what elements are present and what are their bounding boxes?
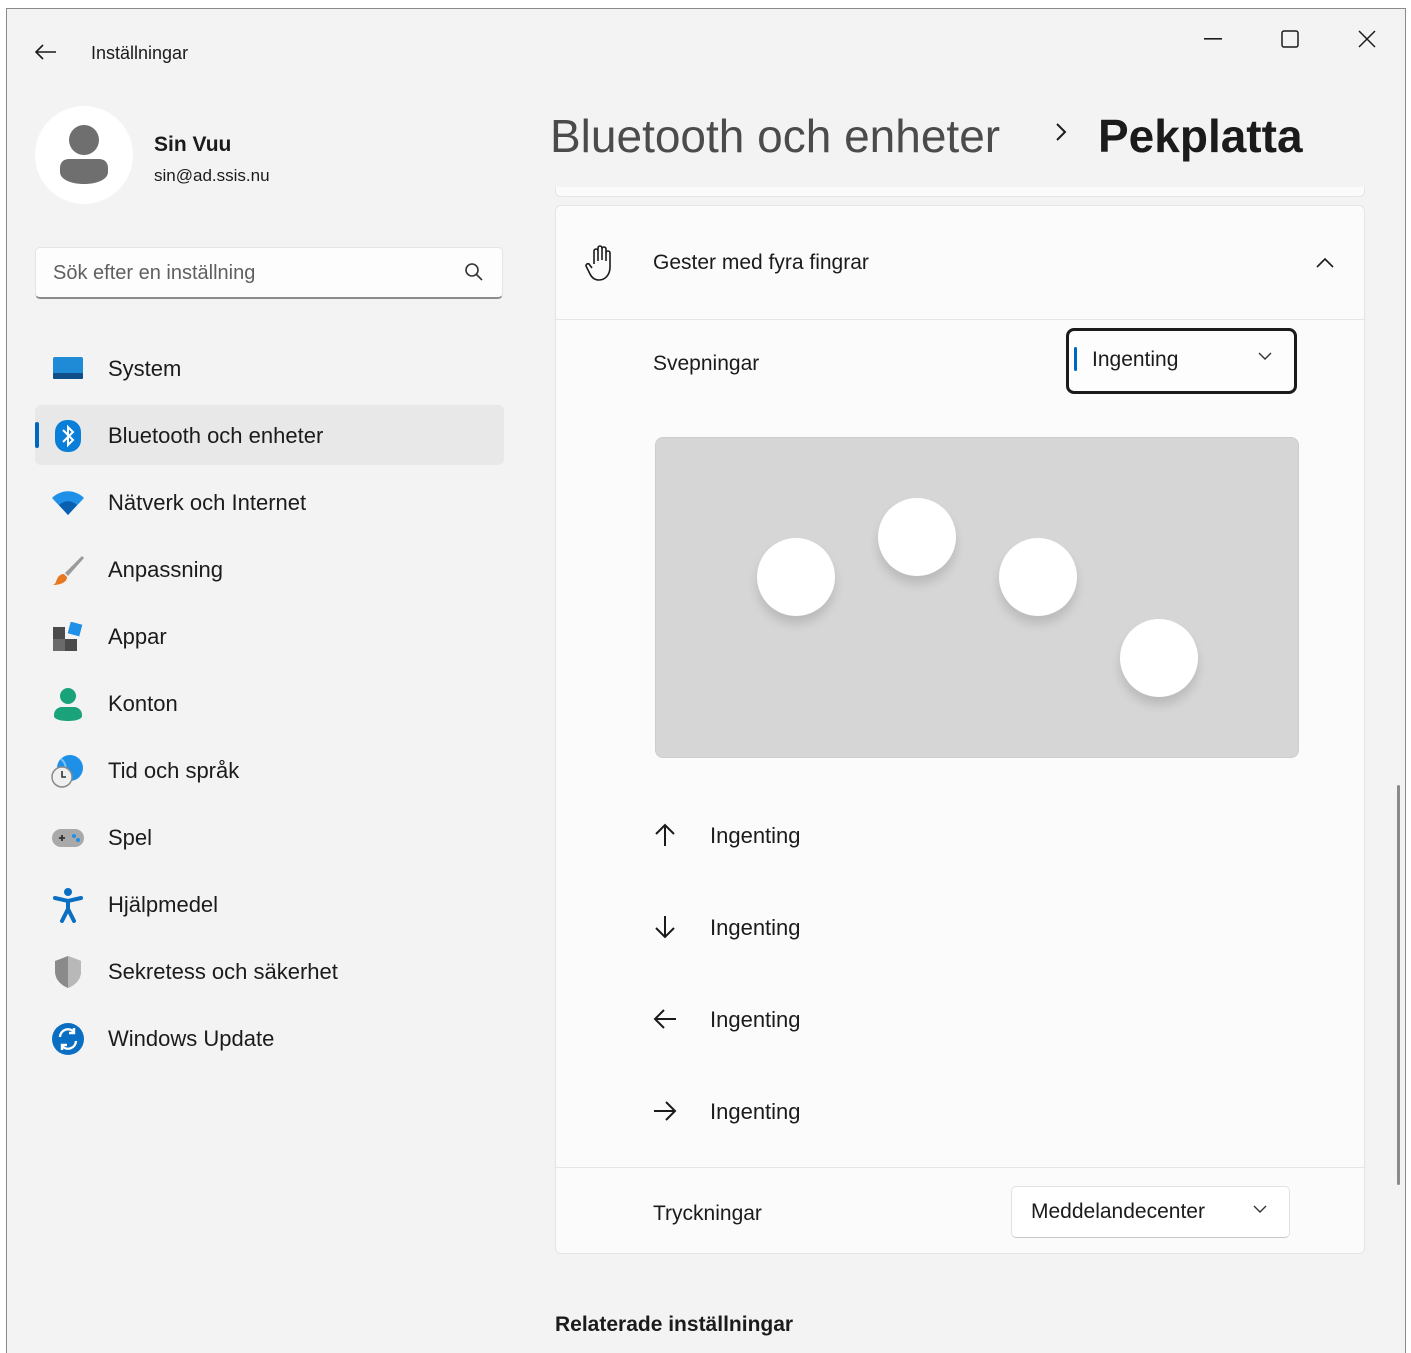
arrow-up-icon — [651, 821, 679, 849]
finger-dot — [878, 498, 956, 576]
sidebar-item-time-language[interactable]: Tid och språk — [35, 740, 504, 800]
sidebar-item-gaming[interactable]: Spel — [35, 807, 504, 867]
chevron-right-icon — [1056, 123, 1067, 141]
person-icon — [60, 125, 108, 184]
sidebar-item-personalization[interactable]: Anpassning — [35, 539, 504, 599]
title-bar: Inställningar — [7, 9, 1405, 69]
sidebar-item-label: Appar — [108, 624, 167, 649]
search-icon — [465, 263, 483, 281]
taps-selected-value: Meddelandecenter — [1031, 1200, 1205, 1223]
finger-dot — [999, 538, 1077, 616]
sidebar-item-label: Anpassning — [108, 557, 223, 582]
page-title: Pekplatta — [1098, 110, 1303, 162]
sidebar-item-accounts[interactable]: Konton — [35, 673, 504, 733]
settings-window: Inställningar Sin Vuu sin@ad.ssis.nu Sök… — [6, 8, 1406, 1353]
swipe-right-row: Ingenting — [651, 1093, 1051, 1133]
swipe-up-action: Ingenting — [710, 823, 801, 848]
sidebar-item-bluetooth[interactable]: Bluetooth och enheter — [35, 405, 504, 465]
gamepad-icon — [51, 821, 85, 855]
collapse-button[interactable] — [1308, 250, 1342, 276]
arrow-back-icon — [35, 44, 56, 60]
chevron-down-icon — [1253, 1205, 1267, 1213]
search-placeholder: Sök efter en inställning — [53, 262, 256, 284]
sidebar-item-label: Nätverk och Internet — [108, 490, 307, 515]
time-language-icon — [51, 754, 85, 788]
close-button[interactable] — [1344, 23, 1390, 55]
sidebar-item-windows-update[interactable]: Windows Update — [35, 1008, 504, 1068]
sidebar-item-system[interactable]: System — [35, 338, 504, 398]
account-icon — [51, 687, 85, 721]
user-email: sin@ad.ssis.nu — [154, 166, 270, 185]
four-finger-gestures-card: Gester med fyra fingrar Svepningar Ingen… — [555, 205, 1365, 1254]
finger-dot — [1120, 619, 1198, 697]
swipes-label: Svepningar — [653, 352, 760, 375]
arrow-right-icon — [651, 1097, 679, 1125]
sidebar-item-label: Hjälpmedel — [108, 892, 219, 917]
active-indicator — [35, 422, 39, 448]
card-title: Gester med fyra fingrar — [653, 251, 869, 274]
taps-dropdown[interactable]: Meddelandecenter — [1011, 1186, 1290, 1238]
sidebar-nav: System Bluetooth och enheter Nätverk och… — [35, 338, 504, 1075]
arrow-left-icon — [651, 1005, 679, 1033]
chevron-down-icon — [1258, 352, 1272, 360]
sidebar-item-privacy[interactable]: Sekretess och säkerhet — [35, 941, 504, 1001]
swipe-right-action: Ingenting — [710, 1099, 801, 1124]
breadcrumb-parent[interactable]: Bluetooth och enheter — [550, 109, 1000, 163]
swipe-down-action: Ingenting — [710, 915, 801, 940]
chevron-up-icon — [1316, 257, 1334, 268]
windows-update-icon — [51, 1022, 85, 1056]
back-button[interactable] — [29, 35, 63, 69]
sidebar-item-label: Spel — [108, 825, 153, 850]
swipe-up-row: Ingenting — [651, 817, 1051, 857]
arrow-down-icon — [651, 913, 679, 941]
sidebar-item-network[interactable]: Nätverk och Internet — [35, 472, 504, 532]
avatar[interactable] — [35, 106, 133, 204]
swipe-down-row: Ingenting — [651, 909, 1051, 949]
taps-label: Tryckningar — [653, 1202, 762, 1225]
shield-icon — [51, 955, 85, 989]
user-name: Sin Vuu — [154, 133, 232, 156]
wifi-icon — [51, 486, 85, 520]
close-icon — [1358, 30, 1376, 48]
apps-icon — [51, 620, 85, 654]
selection-accent — [1074, 347, 1077, 371]
sidebar-item-label: Tid och språk — [108, 758, 240, 783]
maximize-button[interactable] — [1267, 23, 1313, 55]
gesture-illustration — [655, 437, 1299, 758]
related-settings-heading: Relaterade inställningar — [555, 1313, 794, 1336]
brush-icon — [51, 553, 85, 587]
swipe-left-row: Ingenting — [651, 1001, 1051, 1041]
sidebar-item-label: System — [108, 356, 182, 381]
maximize-icon — [1281, 30, 1299, 48]
sidebar-item-label: Konton — [108, 691, 178, 716]
sidebar-item-label: Bluetooth och enheter — [108, 423, 324, 448]
previous-card-edge — [555, 187, 1365, 197]
accessibility-icon — [51, 888, 85, 923]
divider — [556, 1167, 1364, 1168]
minimize-button[interactable] — [1190, 23, 1236, 55]
sidebar-item-label: Windows Update — [108, 1026, 275, 1051]
swipe-left-action: Ingenting — [710, 1007, 801, 1032]
system-icon — [51, 352, 85, 386]
swipes-selected-value: Ingenting — [1092, 348, 1179, 371]
scrollbar[interactable] — [1397, 785, 1400, 1185]
app-title: Inställningar — [91, 43, 189, 63]
sidebar-item-apps[interactable]: Appar — [35, 606, 504, 666]
swipes-dropdown[interactable]: Ingenting — [1066, 328, 1297, 394]
sidebar-item-accessibility[interactable]: Hjälpmedel — [35, 874, 504, 934]
card-header[interactable]: Gester med fyra fingrar — [556, 206, 1364, 320]
sidebar-item-label: Sekretess och säkerhet — [108, 959, 338, 984]
bluetooth-icon — [51, 419, 85, 453]
minimize-icon — [1204, 38, 1222, 40]
search-input[interactable]: Sök efter en inställning — [35, 247, 503, 299]
hand-icon — [585, 245, 611, 281]
finger-dot — [757, 538, 835, 616]
